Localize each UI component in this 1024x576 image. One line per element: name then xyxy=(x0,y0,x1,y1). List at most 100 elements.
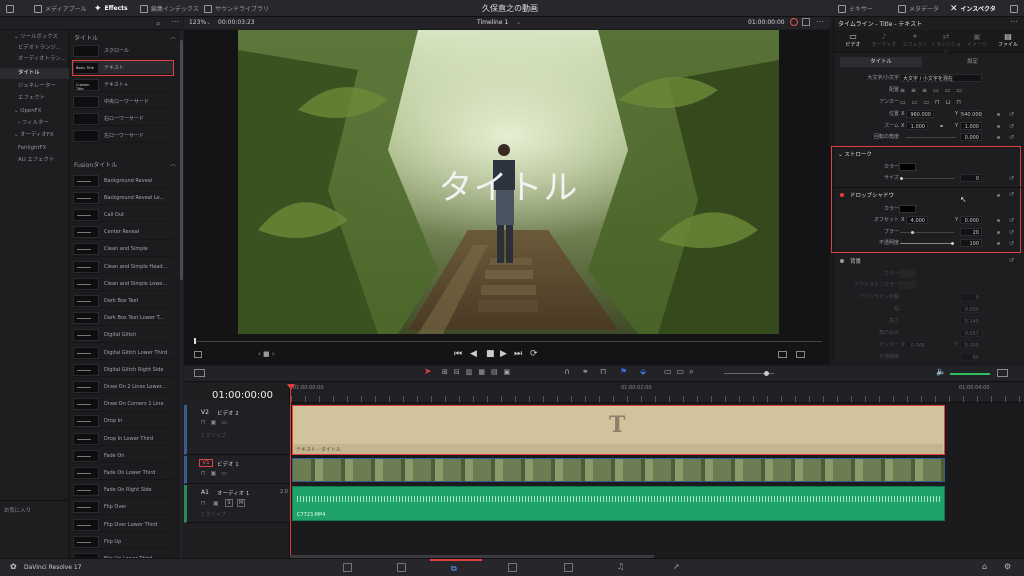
more-icon[interactable]: ⋯ xyxy=(171,17,179,26)
align-icons[interactable]: ≡≡≡▭▭▭ xyxy=(900,86,968,95)
inspector-tab[interactable]: ▣ イメージ xyxy=(962,32,992,52)
keyframe-icon[interactable] xyxy=(997,136,1000,139)
inspector-tab[interactable]: ⇄ トランジション xyxy=(931,32,961,55)
grid-icon[interactable] xyxy=(802,18,810,26)
color-icon[interactable] xyxy=(790,18,798,26)
keyframe-icon[interactable] xyxy=(997,194,1000,197)
chevron-up-icon[interactable]: ︿ xyxy=(170,159,176,168)
reset-icon[interactable]: ↺ xyxy=(1009,191,1014,198)
link-icon[interactable]: ⚭ xyxy=(939,122,944,131)
bg-width-field[interactable]: 0.000 xyxy=(960,305,982,313)
cut-page-icon[interactable] xyxy=(397,563,406,572)
title-clip[interactable]: T テキスト - タイトル xyxy=(292,405,945,455)
fusion-title-item[interactable]: Digital Glitch xyxy=(73,329,173,343)
shadow-color-swatch[interactable] xyxy=(899,205,916,213)
shadow-opacity-field[interactable]: 100 xyxy=(960,239,982,247)
edit-index-button[interactable]: 編集インデックス xyxy=(140,0,199,17)
nav-toolbox[interactable]: ⌄ ツールボックス xyxy=(0,32,69,43)
shadow-enable-dot[interactable] xyxy=(840,193,844,197)
fusion-title-item[interactable]: Digital Glitch Right Side xyxy=(73,363,173,378)
stroke-color-swatch[interactable] xyxy=(899,163,916,171)
tab-settings[interactable]: 設定 xyxy=(930,57,1015,67)
fusion-title-item[interactable]: Background Reveal xyxy=(73,174,173,188)
edit-page-tab[interactable]: ⧉ xyxy=(430,559,482,576)
link-icon[interactable]: ⚭ xyxy=(582,367,589,376)
playhead-handle[interactable] xyxy=(287,384,295,390)
more-icon[interactable]: ⋯ xyxy=(1010,17,1018,26)
timeline-view-icon[interactable] xyxy=(194,369,205,377)
bg-center-x-field[interactable]: 0.000 xyxy=(906,341,928,349)
keyframe-icon[interactable] xyxy=(997,219,1000,222)
shadow-y-field[interactable]: 0.000 xyxy=(960,216,982,224)
nav-filters[interactable]: › フィルター xyxy=(0,118,69,129)
playhead[interactable] xyxy=(290,384,291,558)
stop-icon[interactable]: ■ xyxy=(486,349,495,359)
inspector-tab[interactable]: ♪ オーディオ xyxy=(869,32,899,52)
opacity-slider[interactable] xyxy=(900,243,954,244)
snap-icon[interactable]: ∩ xyxy=(564,367,570,376)
zoom-icons[interactable]: ▭▭⌕ xyxy=(664,367,699,377)
fusion-title-item[interactable]: Draw On Corners 1 Line xyxy=(73,398,173,412)
track-name[interactable]: ビデオ 1 xyxy=(217,460,239,468)
bg-center-y-field[interactable]: 0.000 xyxy=(960,341,982,349)
background-enable-dot[interactable] xyxy=(840,259,844,263)
slider-handle[interactable] xyxy=(951,242,954,245)
title-overlay-text[interactable]: タイトル xyxy=(238,160,779,209)
stroke-size-slider[interactable] xyxy=(900,178,954,179)
sound-library-button[interactable]: サウンドライブラリ xyxy=(204,0,269,17)
keyframe-icon[interactable] xyxy=(997,242,1000,245)
chevron-down-icon[interactable]: ⌄ xyxy=(516,19,521,26)
media-page-icon[interactable] xyxy=(343,563,352,572)
inspector-tab[interactable]: ✦ エフェクト xyxy=(900,32,930,52)
inspector-tab[interactable]: ▤ ファイル xyxy=(993,32,1023,52)
media-pool-button[interactable]: メディアプール xyxy=(34,0,87,17)
fusion-title-item[interactable]: Flip Up xyxy=(73,535,173,550)
background-title[interactable]: 背景 xyxy=(850,257,861,265)
video-clip[interactable] xyxy=(292,458,945,482)
reset-icon[interactable]: ↺ xyxy=(1009,174,1014,183)
meter-icon[interactable] xyxy=(997,369,1008,377)
slider-handle[interactable] xyxy=(910,231,914,234)
speaker-icon[interactable]: 🔈 xyxy=(936,367,946,376)
title-item[interactable]: Custom Title テキスト+ xyxy=(73,78,173,92)
fusion-title-item[interactable]: Draw On 2 Lines Lower... xyxy=(73,380,173,395)
title-item[interactable]: Basic Title テキスト xyxy=(72,60,174,76)
tab-title[interactable]: タイトル xyxy=(840,57,922,67)
track-header-v2[interactable]: V2 ビデオ 2 ⊓▣▭ 1 クリップ xyxy=(184,405,290,455)
effects-scrollbar[interactable] xyxy=(180,30,183,558)
timeline-ruler[interactable]: 01:00:00:00 01:00:02:00 01:00:04:00 xyxy=(291,383,1024,403)
fusion-title-item[interactable]: Clean and Simple xyxy=(73,243,173,257)
shadow-title[interactable]: ドロップシャドウ xyxy=(850,191,894,199)
zoom-x-field[interactable]: 1.000 xyxy=(906,122,928,130)
keyframe-icon[interactable] xyxy=(997,125,1000,128)
position-x-field[interactable]: 960.000 xyxy=(906,110,934,118)
keyframe-icon[interactable] xyxy=(997,113,1000,116)
viewer-scrubber[interactable] xyxy=(194,338,822,344)
chevron-down-icon[interactable]: ⌄ xyxy=(206,19,211,26)
track-controls-icons[interactable]: ⊓▣▭ xyxy=(201,419,232,426)
reset-icon[interactable]: ↺ xyxy=(1009,216,1014,225)
fusion-title-item[interactable]: Clean and Simple Lowe... xyxy=(73,277,173,292)
timeline-name[interactable]: Timeline 1 xyxy=(477,19,508,26)
skip-start-icon[interactable]: ⏮ xyxy=(454,349,462,359)
scrub-head[interactable] xyxy=(194,338,196,344)
fusion-title-item[interactable]: Dark Box Text xyxy=(73,294,173,309)
nav-audio-transitions[interactable]: オーディオトラン... xyxy=(0,54,69,65)
reset-icon[interactable]: ↺ xyxy=(1009,257,1014,264)
reset-icon[interactable]: ↺ xyxy=(1009,228,1014,237)
nav-prev-next-icon[interactable]: ‹ ■ › xyxy=(258,350,275,358)
mute-button[interactable]: M xyxy=(237,499,245,507)
fusion-title-item[interactable]: Fade On Lower Third xyxy=(73,466,173,481)
selection-tool-icon[interactable]: ➤ xyxy=(424,367,432,377)
nav-au-effects[interactable]: AU エフェクト xyxy=(0,155,69,166)
fusion-title-item[interactable]: Dark Box Text Lower T... xyxy=(73,312,173,326)
fusion-title-item[interactable]: Fade On Right Side xyxy=(73,484,173,498)
effects-button[interactable]: ✦ Effects xyxy=(94,0,128,17)
fairlight-page-icon[interactable]: ♫ xyxy=(617,562,624,571)
deliver-page-icon[interactable]: ➚ xyxy=(673,562,680,571)
fusion-title-item[interactable]: Drop In xyxy=(73,415,173,429)
anchor-icons[interactable]: ▭▭▭⊓⊔⊓ xyxy=(900,98,967,107)
stroke-size-field[interactable]: 0 xyxy=(960,174,982,182)
search-icon[interactable]: ⌕ xyxy=(156,19,160,29)
nav-audio-fx[interactable]: ⌄ オーディオFX xyxy=(0,130,69,141)
